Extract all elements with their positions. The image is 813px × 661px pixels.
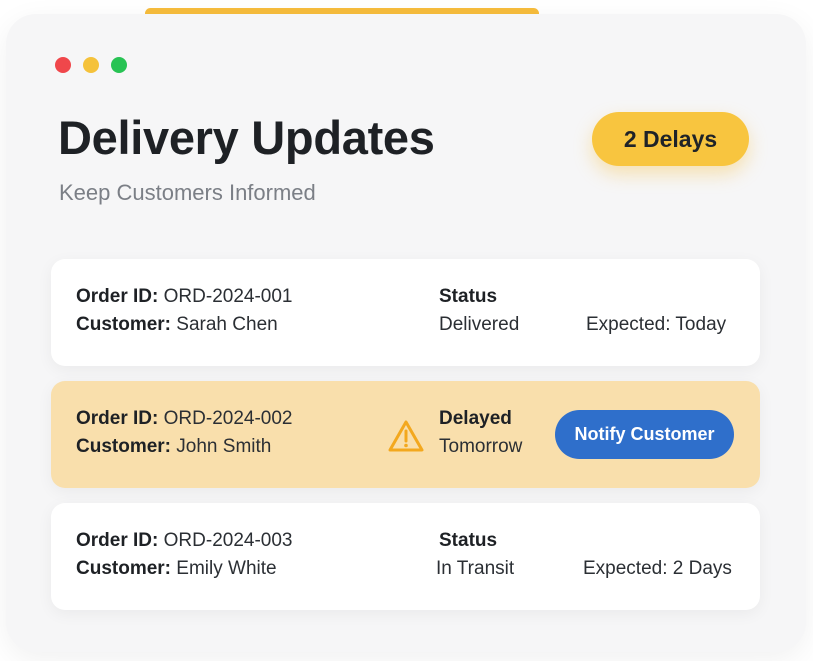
customer-name: John Smith: [176, 436, 272, 457]
order-card: Order ID: ORD-2024-001 Customer: Sarah C…: [51, 259, 760, 366]
expected-date: Expected: 2 Days: [583, 558, 732, 579]
order-id-label: Order ID:: [76, 530, 159, 551]
order-id-label: Order ID:: [76, 408, 159, 429]
page-subtitle: Keep Customers Informed: [59, 180, 316, 205]
customer-line: Customer: John Smith: [76, 435, 271, 459]
order-id-line: Order ID: ORD-2024-001: [76, 285, 292, 309]
status-value: Delivered: [439, 314, 520, 335]
order-id-label: Order ID:: [76, 286, 159, 307]
status-label: Status: [439, 286, 498, 307]
order-id-line: Order ID: ORD-2024-002: [76, 407, 292, 431]
order-id-line: Order ID: ORD-2024-003: [76, 529, 292, 553]
customer-label: Customer:: [76, 314, 172, 335]
customer-line: Customer: Sarah Chen: [76, 313, 278, 337]
order-card-delayed: Order ID: ORD-2024-002 Customer: John Sm…: [51, 381, 760, 488]
order-id-value: ORD-2024-003: [163, 530, 293, 551]
expected-date: Expected: Today: [586, 314, 727, 335]
customer-label: Customer:: [76, 558, 172, 579]
warning-icon: [388, 420, 424, 452]
customer-label: Customer:: [76, 436, 172, 457]
order-id-value: ORD-2024-001: [163, 286, 293, 307]
delays-count-badge: 2 Delays: [592, 112, 749, 166]
status-value: In Transit: [436, 558, 515, 579]
window-maximize-button[interactable]: [111, 57, 127, 73]
delayed-status-label: Delayed: [439, 408, 512, 429]
customer-name: Emily White: [176, 558, 277, 579]
customer-name: Sarah Chen: [176, 314, 278, 335]
order-card: Order ID: ORD-2024-003 Customer: Emily W…: [51, 503, 760, 610]
window-minimize-button[interactable]: [83, 57, 99, 73]
status-value: Tomorrow: [439, 436, 523, 457]
status-label: Status: [439, 530, 498, 551]
order-id-value: ORD-2024-002: [163, 408, 293, 429]
customer-line: Customer: Emily White: [76, 557, 277, 581]
notify-customer-button[interactable]: Notify Customer: [555, 410, 734, 459]
page-title: Delivery Updates: [58, 111, 435, 164]
window-close-button[interactable]: [55, 57, 71, 73]
